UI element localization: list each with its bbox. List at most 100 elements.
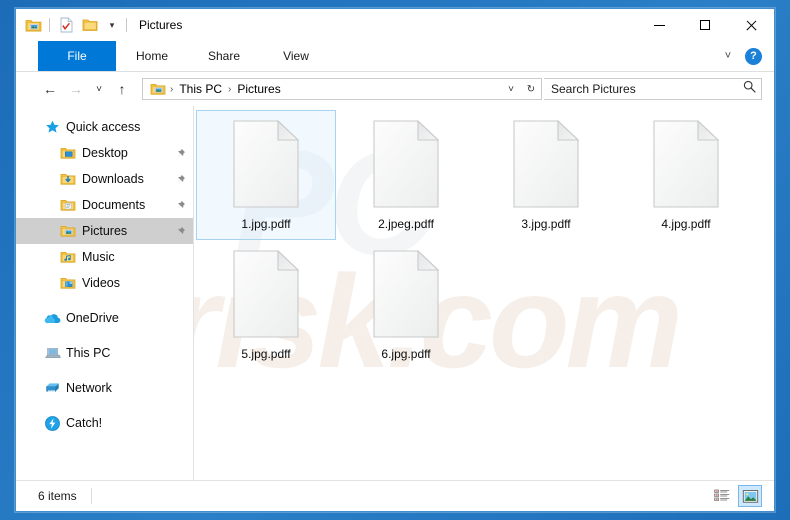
file-list-pane[interactable]: PC risk.com [194, 106, 774, 480]
sidebar-gap-4 [16, 401, 193, 410]
sidebar-item-videos[interactable]: Videos [16, 270, 193, 296]
tab-share[interactable]: Share [188, 41, 260, 71]
file-name-label: 6.jpg.pdff [381, 347, 431, 361]
expand-ribbon-chevron-icon[interactable]: ˅ [719, 50, 737, 62]
refresh-icon[interactable]: ↻ [521, 79, 541, 99]
address-dropdown-icon[interactable]: ˅ [501, 79, 521, 99]
breadcrumb-separator-2[interactable]: › [227, 84, 232, 95]
file-item[interactable]: 1.jpg.pdff [196, 110, 336, 240]
pin-icon[interactable] [173, 148, 187, 159]
star-icon [42, 120, 62, 135]
file-name-label: 5.jpg.pdff [241, 347, 291, 361]
sidebar-item-label: Pictures [82, 224, 128, 238]
sidebar-item-network[interactable]: Network [16, 375, 193, 401]
address-bar: ← → ˅ ↑ › This PC › Pictures ˅ ↻ Search … [16, 72, 774, 106]
sidebar-item-desktop[interactable]: Desktop [16, 140, 193, 166]
search-box[interactable] [544, 78, 762, 100]
maximize-icon [700, 20, 710, 30]
close-icon [745, 19, 757, 31]
maximize-button[interactable] [682, 9, 728, 41]
pictures-folder-icon[interactable] [23, 15, 43, 35]
sidebar-item-catch[interactable]: Catch! [16, 410, 193, 436]
tab-view[interactable]: View [260, 41, 332, 71]
properties-icon[interactable] [56, 15, 76, 35]
quick-access-toolbar: ▾ Pictures [16, 9, 182, 41]
sidebar-item-quick-access[interactable]: Quick access [16, 114, 193, 140]
file-name-label: 2.jpeg.pdff [378, 217, 434, 231]
minimize-icon [653, 24, 665, 26]
status-separator [90, 488, 92, 504]
breadcrumb-separator-1[interactable]: › [169, 84, 174, 95]
network-icon [42, 381, 62, 395]
breadcrumb-folder-icon[interactable] [148, 79, 168, 99]
file-item[interactable]: 2.jpeg.pdff [336, 110, 476, 240]
sidebar-item-music[interactable]: Music [16, 244, 193, 270]
file-item[interactable]: 6.jpg.pdff [336, 240, 476, 370]
breadcrumb: › This PC › Pictures [143, 79, 501, 99]
blank-document-icon [230, 118, 302, 210]
file-item[interactable]: 4.jpg.pdff [616, 110, 756, 240]
search-icon[interactable] [737, 80, 761, 98]
window-controls [636, 9, 774, 41]
tab-home[interactable]: Home [116, 41, 188, 71]
sidebar-item-label: Documents [82, 198, 146, 212]
qat-separator-1 [49, 18, 50, 32]
help-button[interactable]: ? [745, 47, 762, 65]
file-explorer-window: ▾ Pictures File Home Share View ˅ ? ← → … [15, 8, 775, 512]
minimize-button[interactable] [636, 9, 682, 41]
breadcrumb-bar[interactable]: › This PC › Pictures ˅ ↻ [142, 78, 542, 100]
title-bar: ▾ Pictures [16, 9, 774, 41]
pin-icon[interactable] [173, 226, 187, 237]
details-view-button[interactable] [710, 485, 734, 507]
breadcrumb-item-this-pc[interactable]: This PC [175, 81, 226, 97]
sidebar-item-downloads[interactable]: Downloads [16, 166, 193, 192]
sidebar-item-label: Quick access [66, 120, 141, 134]
pin-icon[interactable] [173, 174, 187, 185]
view-toggle-group [710, 485, 768, 507]
sidebar-item-label: Music [82, 250, 115, 264]
blank-document-icon [510, 118, 582, 210]
sidebar-gap-2 [16, 331, 193, 340]
desktop-folder-icon [58, 146, 78, 160]
sidebar-item-label: Desktop [82, 146, 128, 160]
qat-separator-2 [126, 18, 127, 32]
search-input[interactable] [544, 81, 737, 97]
sidebar-item-pictures[interactable]: Pictures [16, 218, 193, 244]
pictures-folder-icon [58, 224, 78, 238]
sidebar-item-this-pc[interactable]: This PC [16, 340, 193, 366]
new-folder-icon[interactable] [80, 15, 100, 35]
sidebar-item-label: Network [66, 381, 112, 395]
file-name-label: 4.jpg.pdff [661, 217, 711, 231]
back-button[interactable]: ← [38, 77, 62, 101]
ribbon-right-controls: ˅ ? [719, 41, 774, 71]
file-item[interactable]: 5.jpg.pdff [196, 240, 336, 370]
blank-document-icon [370, 118, 442, 210]
status-bar: 6 items [16, 480, 774, 511]
forward-button[interactable]: → [64, 77, 88, 101]
pin-icon[interactable] [173, 200, 187, 211]
this-pc-icon [42, 346, 62, 360]
close-button[interactable] [728, 9, 774, 41]
recent-locations-button[interactable]: ˅ [90, 77, 108, 101]
breadcrumb-item-pictures[interactable]: Pictures [233, 81, 284, 97]
sidebar-item-documents[interactable]: Documents [16, 192, 193, 218]
tab-file[interactable]: File [38, 41, 116, 71]
file-item[interactable]: 3.jpg.pdff [476, 110, 616, 240]
up-button[interactable]: ↑ [110, 77, 134, 101]
sidebar-gap-1 [16, 296, 193, 305]
catch-lightning-icon [42, 415, 62, 431]
file-grid: 1.jpg.pdff 2.jpeg.pdff 3.jpg.pdff 4.jpg.… [194, 106, 774, 370]
file-name-label: 1.jpg.pdff [241, 217, 291, 231]
blank-document-icon [650, 118, 722, 210]
large-icons-view-button[interactable] [738, 485, 762, 507]
explorer-body: Quick access Desktop Downloads Documents… [16, 106, 774, 480]
sidebar-item-onedrive[interactable]: OneDrive [16, 305, 193, 331]
sidebar-item-label: Videos [82, 276, 120, 290]
window-title: Pictures [139, 18, 183, 32]
customize-qat-caret-icon[interactable]: ▾ [104, 15, 120, 35]
blank-document-icon [370, 248, 442, 340]
sidebar-gap-3 [16, 366, 193, 375]
file-name-label: 3.jpg.pdff [521, 217, 571, 231]
breadcrumb-tools: ˅ ↻ [501, 79, 541, 99]
sidebar-item-label: Downloads [82, 172, 144, 186]
